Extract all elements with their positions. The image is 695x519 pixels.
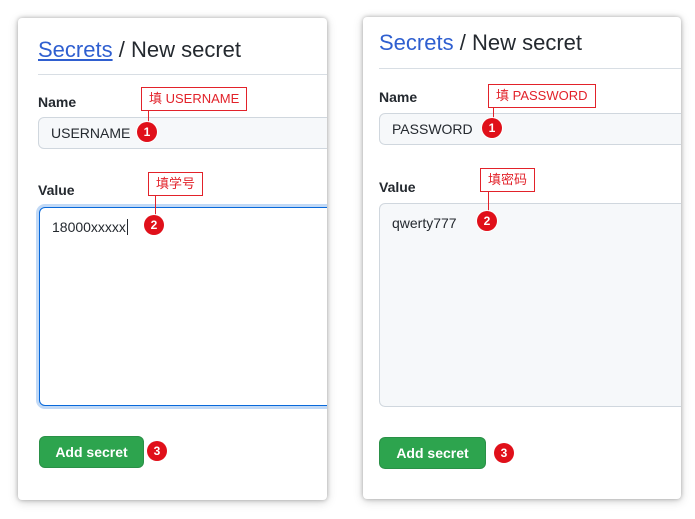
page-title: New secret bbox=[130, 37, 242, 62]
add-secret-button[interactable]: Add secret bbox=[379, 437, 486, 469]
breadcrumb: Secrets / New secret bbox=[379, 30, 582, 56]
value-textarea-text: 18000xxxxx bbox=[52, 219, 126, 235]
value-textarea[interactable]: 18000xxxxx bbox=[39, 207, 327, 406]
header-divider bbox=[379, 68, 681, 69]
breadcrumb-separator: / bbox=[118, 37, 125, 62]
step-badge-2: 2 bbox=[477, 211, 497, 231]
secrets-link[interactable]: Secrets bbox=[38, 37, 113, 62]
annotation-leader bbox=[488, 192, 489, 212]
annotation-fill-password: 填 PASSWORD bbox=[488, 84, 596, 108]
annotation-fill-student-id: 填学号 bbox=[148, 172, 204, 196]
step-badge-1: 1 bbox=[482, 118, 502, 138]
name-input-value: USERNAME bbox=[51, 125, 131, 141]
header-divider bbox=[38, 74, 327, 75]
name-input[interactable]: PASSWORD bbox=[379, 113, 681, 145]
annotation-fill-password-value: 填密码 bbox=[480, 168, 536, 192]
text-caret bbox=[126, 219, 128, 235]
step-badge-1: 1 bbox=[137, 122, 157, 142]
add-secret-button[interactable]: Add secret bbox=[39, 436, 144, 468]
annotation-leader bbox=[155, 196, 156, 215]
name-label: Name bbox=[379, 89, 418, 105]
value-label: Value bbox=[38, 182, 75, 198]
step-badge-3: 3 bbox=[147, 441, 167, 461]
value-label: Value bbox=[379, 179, 416, 195]
page-title: New secret bbox=[471, 30, 583, 55]
step-badge-2: 2 bbox=[144, 215, 164, 235]
name-input-value: PASSWORD bbox=[392, 121, 473, 137]
secrets-link[interactable]: Secrets bbox=[379, 30, 454, 55]
name-input[interactable]: USERNAME bbox=[38, 117, 327, 149]
value-textarea[interactable]: qwerty777 bbox=[379, 203, 681, 407]
name-label: Name bbox=[38, 94, 77, 110]
annotation-fill-username: 填 USERNAME bbox=[141, 87, 248, 111]
step-badge-3: 3 bbox=[494, 443, 514, 463]
breadcrumb: Secrets / New secret bbox=[38, 37, 241, 63]
screenshot-canvas: Secrets / New secret Name USERNAME Value… bbox=[0, 0, 695, 519]
breadcrumb-separator: / bbox=[459, 30, 466, 55]
value-textarea-text: qwerty777 bbox=[392, 215, 457, 231]
